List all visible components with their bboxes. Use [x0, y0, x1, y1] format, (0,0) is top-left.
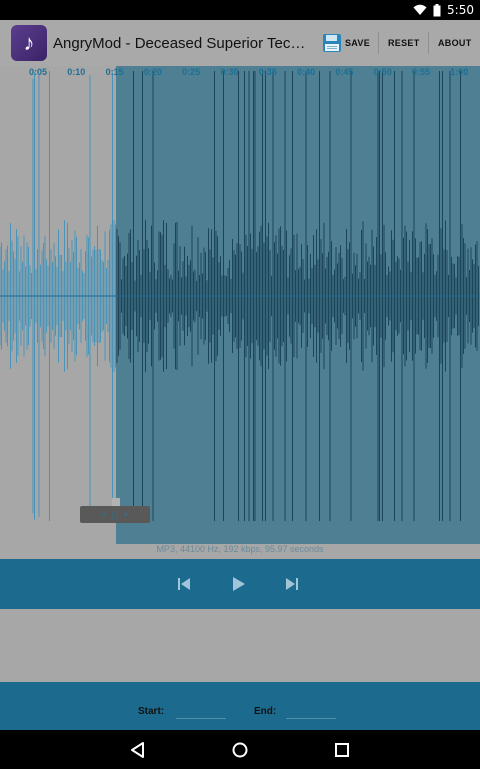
chevron-left-icon: ◂	[100, 509, 106, 519]
music-note-icon: ♪	[11, 25, 47, 61]
wifi-icon	[413, 4, 427, 15]
app-title: AngryMod - Deceased Superior Techni...	[53, 34, 311, 52]
spacer	[0, 609, 480, 682]
divider	[428, 32, 429, 54]
battery-icon	[433, 3, 441, 16]
save-label: SAVE	[345, 38, 371, 48]
timeline-tick: 0:45	[335, 67, 354, 77]
status-bar: 5:50	[0, 0, 480, 20]
selection-handle[interactable]: ◂ ||| ▸	[80, 506, 150, 523]
start-field[interactable]	[176, 703, 226, 719]
about-label: ABOUT	[438, 38, 472, 48]
status-time: 5:50	[447, 3, 474, 17]
timeline-tick: 0:25	[182, 67, 201, 77]
about-button[interactable]: ABOUT	[438, 20, 472, 66]
file-info: MP3, 44100 Hz, 192 kbps, 95.97 seconds	[0, 544, 480, 559]
waveform	[0, 71, 480, 521]
grip-icon: |||	[111, 509, 119, 520]
recents-icon[interactable]	[332, 740, 352, 760]
reset-label: RESET	[388, 38, 420, 48]
playback-controls	[0, 559, 480, 609]
divider	[378, 32, 379, 54]
timeline-tick: 0:10	[67, 67, 86, 77]
timeline-tick: 0:40	[297, 67, 316, 77]
skip-next-icon[interactable]	[282, 574, 302, 594]
timeline-tick: 0:30	[220, 67, 239, 77]
chevron-right-icon: ▸	[124, 509, 130, 519]
timeline-tick: 0:15	[105, 67, 124, 77]
play-icon[interactable]	[228, 574, 248, 594]
status-icons: 5:50	[413, 3, 474, 17]
skip-previous-icon[interactable]	[174, 574, 194, 594]
reset-button[interactable]: RESET	[388, 20, 420, 66]
save-button[interactable]: SAVE	[322, 20, 370, 66]
start-label: Start:	[138, 706, 165, 717]
home-icon[interactable]	[230, 740, 250, 760]
timeline-ticks: 0:05 0:10 0:15 0:20 0:25 0:30 0:35 0:40 0:45 0:50…	[0, 66, 480, 80]
app-bar: ♪ AngryMod - Deceased Superior Techni...…	[0, 20, 480, 66]
navigation-bar	[0, 730, 480, 769]
save-icon	[323, 34, 341, 52]
range-fields: Start: End:	[0, 682, 480, 730]
timeline-tick: 0:20	[143, 67, 162, 77]
timeline-tick: 0:05	[28, 67, 48, 77]
start-marker[interactable]	[112, 498, 120, 506]
back-icon[interactable]	[128, 740, 148, 760]
end-label: End:	[254, 706, 277, 717]
timeline-tick: 0:35	[258, 67, 277, 77]
timeline-tick: 0:50	[373, 67, 392, 77]
timeline-tick: 1:00	[450, 67, 469, 77]
timeline-tick: 0:55	[411, 67, 431, 77]
end-field[interactable]	[286, 703, 336, 719]
waveform-view[interactable]: 0:05 0:10 0:15 0:20 0:25 0:30 0:35 0:40 0:45 0:50…	[0, 66, 480, 544]
